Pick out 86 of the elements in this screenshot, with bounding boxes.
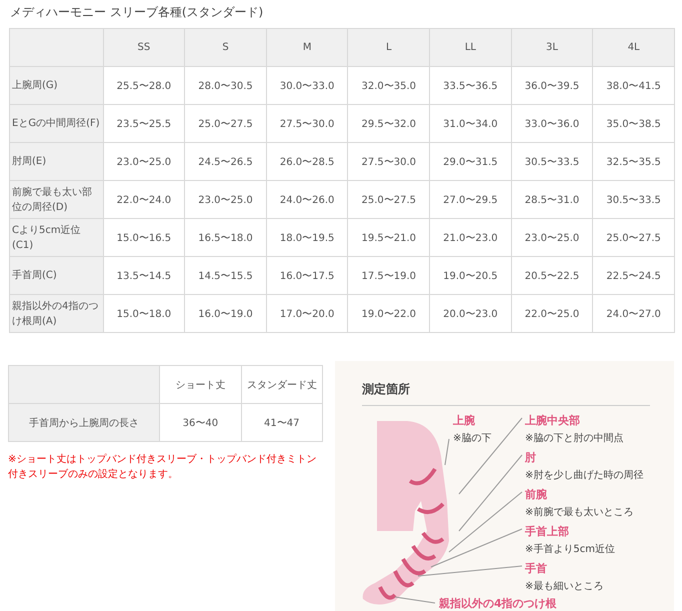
table-cell: 30.5〜33.5: [592, 180, 674, 218]
table-cell: 20.0〜23.0: [430, 294, 512, 332]
column-header: スタンダード丈: [241, 366, 322, 404]
row-label: 親指以外の4指のつけ根周(A): [10, 294, 104, 332]
table-cell: 25.0〜27.5: [184, 104, 266, 142]
point-name: 前腕: [525, 487, 548, 502]
table-cell: 29.5〜32.0: [348, 104, 430, 142]
column-header: M: [266, 28, 348, 66]
row-label: 肘周(E): [10, 142, 104, 180]
leader-line: [394, 596, 436, 604]
point-name: 肘: [525, 450, 537, 465]
table-cell: 28.0〜30.5: [184, 66, 266, 104]
table-cell: 32.0〜35.0: [348, 66, 430, 104]
table-cell: 24.0〜27.0: [592, 294, 674, 332]
diagram-title: 測定箇所: [362, 381, 410, 398]
leader-line: [444, 438, 450, 466]
table-cell: 15.0〜18.0: [103, 294, 185, 332]
point-note: ※手首より5cm近位: [525, 542, 615, 556]
table-cell: 30.0〜33.0: [266, 66, 348, 104]
row-label: 手首周(C): [10, 256, 104, 294]
table-cell: 33.5〜36.5: [430, 66, 512, 104]
table-cell: 23.5〜25.5: [103, 104, 185, 142]
table-cell: 22.0〜24.0: [103, 180, 185, 218]
table-cell: 27.5〜30.0: [348, 142, 430, 180]
table-cell: 23.0〜25.0: [511, 218, 593, 256]
table-cell: 20.5〜22.5: [511, 256, 593, 294]
table-cell: 24.0〜26.0: [266, 180, 348, 218]
point-note: ※肘を少し曲げた時の周径: [525, 468, 644, 482]
table-cell: 17.5〜19.0: [348, 256, 430, 294]
table-cell: 16.0〜19.0: [184, 294, 266, 332]
column-header: 4L: [592, 28, 674, 66]
note-text: ※ショート丈はトップバンド付きスリーブ・トップバンド付きミトン付きスリーブのみの設定となります。: [8, 452, 318, 482]
table-cell: 32.5〜35.5: [592, 142, 674, 180]
table-cell: 25.0〜27.5: [348, 180, 430, 218]
table-cell: 38.0〜41.5: [592, 66, 674, 104]
point-note: ※脇の下: [453, 432, 492, 445]
table-cell: 22.0〜25.0: [511, 294, 593, 332]
row-label: Cより5cm近位(C1): [10, 218, 104, 256]
table-cell: 36.0〜39.5: [511, 66, 593, 104]
point-name: 手首上部: [525, 524, 570, 539]
table-cell: 18.0〜19.5: [266, 218, 348, 256]
table-cell: 27.5〜30.0: [266, 104, 348, 142]
table-cell: 15.0〜16.5: [103, 218, 185, 256]
table-cell: 21.0〜23.0: [430, 218, 512, 256]
table-cell: 29.0〜31.5: [430, 142, 512, 180]
table-cell: 28.5〜31.0: [511, 180, 593, 218]
table-cell: 19.0〜20.5: [430, 256, 512, 294]
table-cell: 31.0〜34.0: [430, 104, 512, 142]
table-cell: 19.5〜21.0: [348, 218, 430, 256]
row-label: 上腕周(G): [10, 66, 104, 104]
table-cell: 27.0〜29.5: [430, 180, 512, 218]
table-cell: 16.0〜17.5: [266, 256, 348, 294]
table-cell: 22.5〜24.5: [592, 256, 674, 294]
table-cell: 25.0〜27.5: [592, 218, 674, 256]
point-name: 上腕中央部: [525, 413, 581, 428]
table-cell: 30.5〜33.5: [511, 142, 593, 180]
column-header: 3L: [511, 28, 593, 66]
column-header: SS: [103, 28, 185, 66]
table-cell: 17.0〜20.0: [266, 294, 348, 332]
table-cell: 26.0〜28.5: [266, 142, 348, 180]
row-label: 手首周から上腕周の長さ: [8, 404, 160, 442]
point-name: 手首: [525, 561, 548, 576]
table-cell: 24.5〜26.5: [184, 142, 266, 180]
table-cell: 14.5〜15.5: [184, 256, 266, 294]
column-header: ショート丈: [160, 366, 242, 404]
point-note: ※脇の下と肘の中間点: [525, 432, 624, 445]
table-cell: 16.5〜18.0: [184, 218, 266, 256]
table-cell: 19.0〜22.0: [348, 294, 430, 332]
row-label: 前腕で最も太い部位の周径(D): [10, 180, 104, 218]
table-cell: 41〜47: [241, 404, 322, 442]
column-header: LL: [430, 28, 512, 66]
table-cell: 23.0〜25.0: [184, 180, 266, 218]
column-header: L: [348, 28, 430, 66]
point-name: 上腕: [453, 413, 476, 428]
table-cell: 13.5〜14.5: [103, 256, 185, 294]
point-name: 親指以外の4指のつけ根: [439, 596, 557, 611]
table-cell: 36〜40: [160, 404, 242, 442]
point-note: ※前腕で最も太いところ: [525, 506, 634, 519]
table-cell: 33.0〜36.0: [511, 104, 593, 142]
row-label: EとGの中間周径(F): [10, 104, 104, 142]
point-note: ※最も細いところ: [525, 580, 604, 593]
table-cell: 23.0〜25.0: [103, 142, 185, 180]
table-cell: 25.5〜28.0: [103, 66, 185, 104]
table-cell: 35.0〜38.5: [592, 104, 674, 142]
column-header: S: [184, 28, 266, 66]
page-title: メディハーモニー スリーブ各種(スタンダード): [9, 4, 264, 21]
